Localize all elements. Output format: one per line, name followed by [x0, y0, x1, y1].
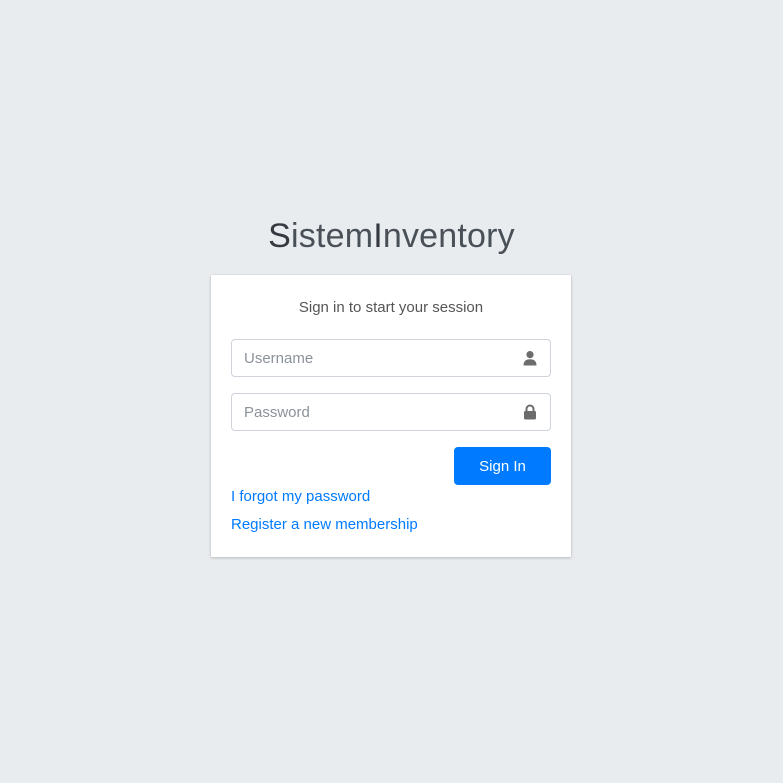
logo-text-istem: istem	[290, 217, 374, 255]
lock-icon	[522, 404, 538, 420]
register-link[interactable]: Register a new membership	[231, 516, 418, 534]
login-card: Sign in to start your session Sign In I …	[211, 275, 571, 557]
forgot-password-link[interactable]: I forgot my password	[231, 488, 370, 506]
logo-text-nventory: nventory	[382, 217, 515, 255]
password-input-group	[231, 393, 551, 431]
sign-in-button[interactable]: Sign In	[454, 447, 551, 485]
app-logo[interactable]: SistemInventory	[0, 216, 783, 256]
username-input-group	[231, 339, 551, 377]
username-input[interactable]	[232, 340, 502, 376]
login-box-message: Sign in to start your session	[298, 299, 484, 316]
password-input[interactable]	[232, 394, 502, 430]
login-page: SistemInventory Sign in to start your se…	[0, 0, 783, 783]
logo-letter-s: S	[268, 217, 291, 255]
logo-letter-i: I	[373, 217, 383, 255]
user-icon	[522, 350, 538, 366]
